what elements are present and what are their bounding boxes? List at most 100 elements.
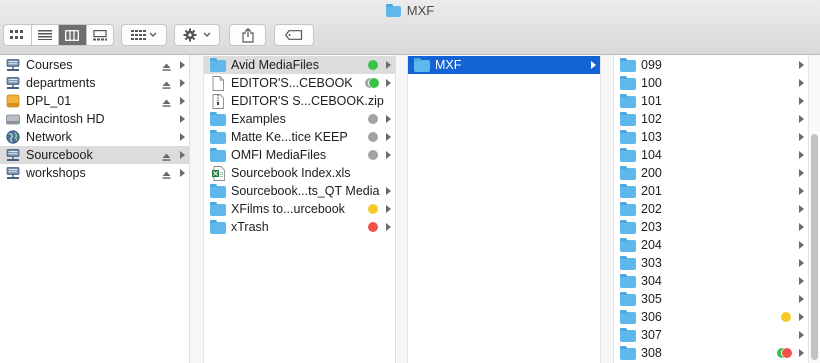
- column-divider[interactable]: [396, 55, 408, 363]
- list-item[interactable]: 304: [614, 272, 808, 290]
- folder-icon: [620, 256, 636, 270]
- list-item[interactable]: 101: [614, 92, 808, 110]
- list-item[interactable]: 203: [614, 218, 808, 236]
- gear-icon: [183, 28, 211, 42]
- list-item[interactable]: 102: [614, 110, 808, 128]
- folder-icon: [210, 184, 226, 198]
- list-item[interactable]: 201: [614, 182, 808, 200]
- chevron-right-icon: [180, 115, 185, 123]
- list-item[interactable]: Avid MediaFiles: [204, 56, 395, 74]
- chevron-right-icon: [799, 223, 804, 231]
- network-drive-icon: [5, 58, 21, 72]
- folder-icon: [620, 238, 636, 252]
- folder-icon: [210, 220, 226, 234]
- column-divider[interactable]: [601, 55, 614, 363]
- icon-view-button[interactable]: [4, 25, 32, 45]
- chevron-right-icon: [386, 133, 391, 141]
- gray-tag-dot: [368, 114, 378, 124]
- sidebar-item[interactable]: Courses: [0, 56, 189, 74]
- gallery-view-icon: [92, 29, 107, 40]
- folder-icon: [620, 112, 636, 126]
- list-item-label: 099: [641, 58, 662, 72]
- list-item[interactable]: 306: [614, 308, 808, 326]
- tags-button[interactable]: [274, 24, 314, 46]
- list-item[interactable]: EDITOR'S S...CEBOOK.zip: [204, 92, 395, 110]
- gallery-view-button[interactable]: [87, 25, 114, 45]
- sidebar-item[interactable]: DPL_01: [0, 92, 189, 110]
- list-item[interactable]: Examples: [204, 110, 395, 128]
- list-item[interactable]: XFilms to...urcebook: [204, 200, 395, 218]
- share-button[interactable]: [229, 24, 266, 46]
- chevron-right-icon: [799, 277, 804, 285]
- sidebar-item[interactable]: Network: [0, 128, 189, 146]
- list-item-label: 307: [641, 328, 662, 342]
- list-item[interactable]: 204: [614, 236, 808, 254]
- list-item[interactable]: 104: [614, 146, 808, 164]
- folder-icon: [620, 220, 636, 234]
- green-tag-dot: [368, 60, 378, 70]
- view-mode-segmented-control[interactable]: [3, 24, 114, 46]
- list-item[interactable]: MXF: [408, 56, 600, 74]
- sidebar-item[interactable]: Sourcebook: [0, 146, 189, 164]
- chevron-right-icon: [799, 313, 804, 321]
- scrollbar-thumb[interactable]: [811, 134, 818, 360]
- list-item-label: 101: [641, 94, 662, 108]
- sidebar-item[interactable]: workshops: [0, 164, 189, 182]
- list-item[interactable]: xTrash: [204, 218, 395, 236]
- vertical-scrollbar[interactable]: [808, 55, 820, 363]
- list-item-label: 202: [641, 202, 662, 216]
- gray-tag-dot: [368, 132, 378, 142]
- list-item-label: 305: [641, 292, 662, 306]
- list-item-label: 102: [641, 112, 662, 126]
- chevron-right-icon: [386, 223, 391, 231]
- list-item[interactable]: 305: [614, 290, 808, 308]
- group-by-button[interactable]: [121, 24, 167, 46]
- list-item[interactable]: 308: [614, 344, 808, 362]
- eject-icon[interactable]: [162, 150, 171, 164]
- eject-icon[interactable]: [162, 60, 171, 74]
- eject-icon[interactable]: [162, 168, 171, 182]
- list-item[interactable]: Matte Ke...tice KEEP: [204, 128, 395, 146]
- chevron-right-icon: [799, 349, 804, 357]
- folder-icon: [620, 292, 636, 306]
- folder-icon: [210, 130, 226, 144]
- list-item[interactable]: 103: [614, 128, 808, 146]
- list-item[interactable]: Sourcebook...ts_QT Media: [204, 182, 395, 200]
- list-view-button[interactable]: [32, 25, 59, 45]
- list-item[interactable]: 100: [614, 74, 808, 92]
- network-drive-icon: [5, 76, 21, 90]
- eject-icon[interactable]: [162, 78, 171, 92]
- chevron-right-icon: [180, 151, 185, 159]
- list-item-label: 203: [641, 220, 662, 234]
- folder-icon: [620, 274, 636, 288]
- chevron-right-icon: [799, 115, 804, 123]
- list-item[interactable]: 099: [614, 56, 808, 74]
- sidebar-item[interactable]: departments: [0, 74, 189, 92]
- sidebar-item[interactable]: Macintosh HD: [0, 110, 189, 128]
- chevron-right-icon: [180, 169, 185, 177]
- list-item-label: 200: [641, 166, 662, 180]
- list-item[interactable]: 200: [614, 164, 808, 182]
- folder-icon: [414, 58, 430, 72]
- folder-icon: [620, 328, 636, 342]
- column-divider[interactable]: [190, 55, 204, 363]
- list-item[interactable]: OMFI MediaFiles: [204, 146, 395, 164]
- list-item-label: 104: [641, 148, 662, 162]
- chevron-right-icon: [799, 169, 804, 177]
- chevron-right-icon: [386, 79, 391, 87]
- chevron-right-icon: [799, 61, 804, 69]
- list-item[interactable]: EDITOR'S...CEBOOK: [204, 74, 395, 92]
- action-menu-button[interactable]: [174, 24, 220, 46]
- sourcebook-column: Avid MediaFiles EDITOR'S...CEBOOK EDITOR'S…: [204, 55, 396, 363]
- list-item[interactable]: 307: [614, 326, 808, 344]
- list-item-label: Sourcebook...ts_QT Media: [231, 184, 380, 198]
- eject-icon[interactable]: [162, 96, 171, 110]
- icon-view-icon: [10, 30, 24, 39]
- list-item[interactable]: Sourcebook Index.xls: [204, 164, 395, 182]
- list-item[interactable]: 202: [614, 200, 808, 218]
- gray-tag-dot: [368, 150, 378, 160]
- window-title: MXF: [0, 3, 820, 18]
- chevron-right-icon: [591, 61, 596, 69]
- list-item[interactable]: 303: [614, 254, 808, 272]
- column-view-button[interactable]: [59, 25, 87, 45]
